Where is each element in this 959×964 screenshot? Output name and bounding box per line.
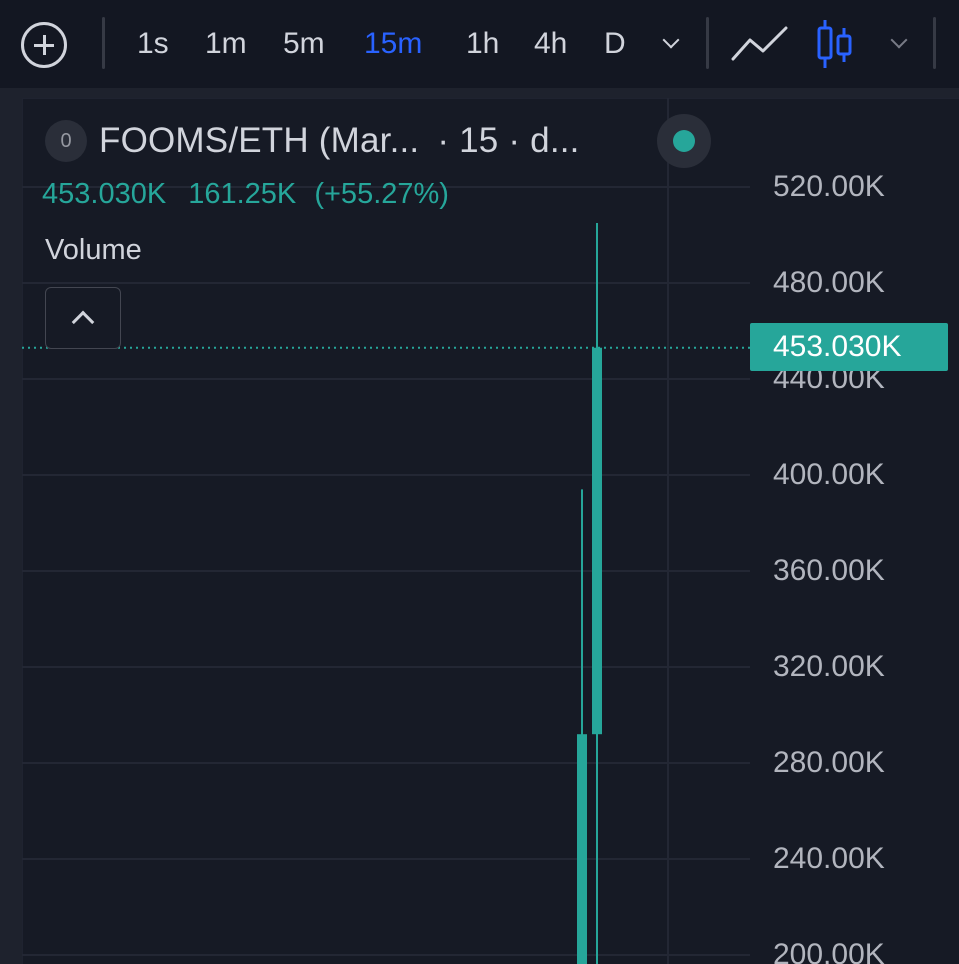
change-value: 161.25K xyxy=(188,178,297,210)
ohlc-values: 453.030K 161.25K (+55.27%) xyxy=(42,178,463,211)
price-axis-label: 280.00K xyxy=(773,746,885,779)
price-axis-label: 360.00K xyxy=(773,554,885,587)
price-axis-label: 400.00K xyxy=(773,458,885,491)
last-price-tag: 453.030K xyxy=(750,323,948,371)
symbol-name[interactable]: FOOMS/ETH (Mar... xyxy=(99,121,419,161)
price-axis-label: 520.00K xyxy=(773,170,885,203)
collapse-legend-button[interactable] xyxy=(45,287,121,349)
candle-body xyxy=(592,347,602,735)
candle-body xyxy=(577,734,587,964)
symbol-interval: · 15 · d... xyxy=(437,121,580,160)
source-badge: 0 xyxy=(45,120,87,162)
price-axis-label: 200.00K xyxy=(773,938,885,964)
price-axis-label: 480.00K xyxy=(773,266,885,299)
change-percent: (+55.27%) xyxy=(314,178,449,210)
status-dot-icon xyxy=(673,130,695,152)
price-axis-label: 320.00K xyxy=(773,650,885,683)
close-value: 453.030K xyxy=(42,178,167,210)
chevron-up-icon xyxy=(71,310,95,334)
symbol-legend[interactable]: 0 FOOMS/ETH (Mar... · 15 · d... xyxy=(45,118,580,164)
market-status-indicator[interactable] xyxy=(657,114,711,168)
price-axis-label: 240.00K xyxy=(773,842,885,875)
volume-indicator-label[interactable]: Volume xyxy=(45,234,142,267)
